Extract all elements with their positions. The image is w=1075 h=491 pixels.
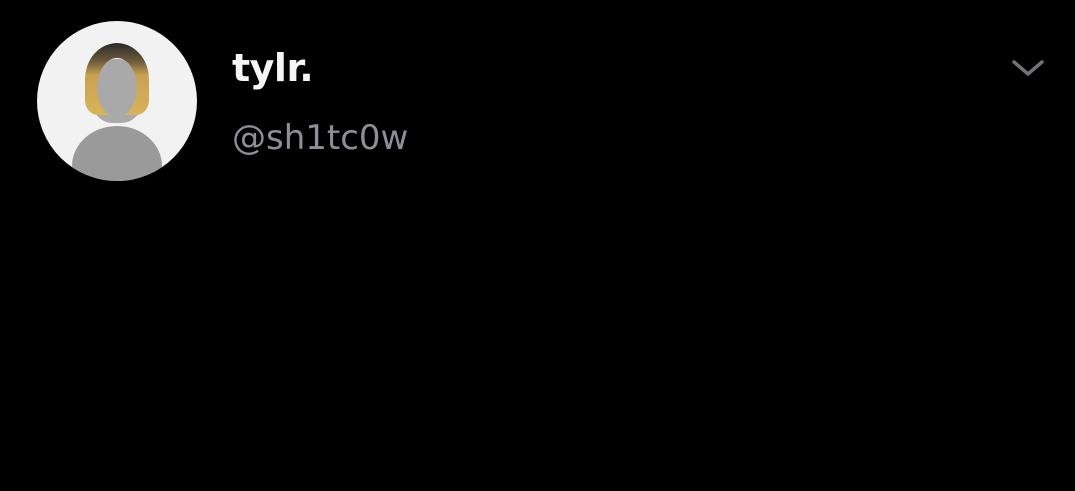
- avatar-hair-shape: [85, 43, 149, 115]
- chevron-down-icon[interactable]: [1008, 56, 1048, 80]
- avatar-body-shape: [72, 126, 162, 181]
- avatar[interactable]: [37, 21, 197, 181]
- author-name[interactable]: tylr.: [232, 46, 314, 90]
- author-handle[interactable]: @sh1tc0w: [232, 118, 408, 158]
- tweet-card[interactable]: tylr. @sh1tc0w: [0, 0, 1075, 491]
